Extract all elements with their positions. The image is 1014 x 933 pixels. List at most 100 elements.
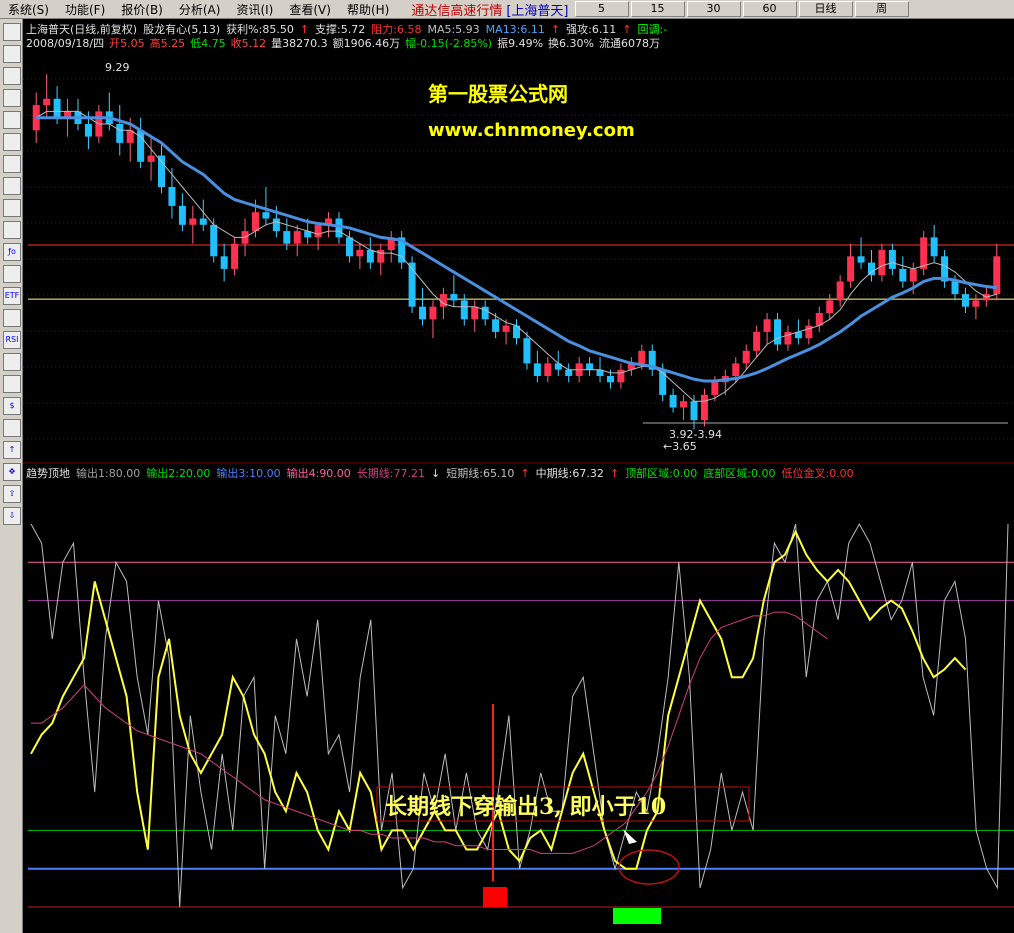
candle-body [262, 212, 270, 219]
main-header-line1-item: MA5:5.93 [427, 23, 479, 36]
indicator-header-item: ↑ [520, 467, 529, 480]
menu-bar: 系统(S) 功能(F) 报价(B) 分析(A) 资讯(I) 查看(V) 帮助(H… [0, 0, 1014, 19]
up-green-icon[interactable]: ⇧ [3, 485, 21, 503]
refresh-icon[interactable] [3, 353, 21, 371]
candle-body [293, 231, 301, 244]
main-header-line2: 2008/09/18/四 开5.05 高5.25 低4.75 收5.12 量38270.3… [26, 36, 660, 50]
candle-body [669, 394, 677, 408]
candle-body [314, 224, 322, 238]
candle-body [867, 262, 875, 276]
people-icon[interactable] [3, 221, 21, 239]
down-green-icon[interactable]: ⇩ [3, 507, 21, 525]
main-header-line2-item: 开5.05 [109, 37, 145, 50]
menu-info[interactable]: 资讯(I) [228, 1, 281, 18]
indicator-header-item: 长期线:77.21 [357, 466, 425, 480]
candle-body [544, 363, 552, 376]
tool-icon[interactable] [3, 419, 21, 437]
candle-body [826, 300, 834, 313]
main-header-line1-item: MA13:6.11 [486, 23, 545, 36]
candle-body [178, 205, 186, 225]
bar-chart-icon[interactable] [3, 89, 21, 107]
search-icon[interactable] [3, 265, 21, 283]
main-header-line1-item: 上海普天(日线,前复权) [26, 22, 137, 36]
move-icon[interactable]: ✥ [3, 463, 21, 481]
menu-function[interactable]: 功能(F) [57, 1, 113, 18]
candle-body [951, 281, 959, 295]
dollar-icon[interactable]: $ [3, 397, 21, 415]
candle-body [43, 98, 51, 106]
period-day-button[interactable]: 日线 [798, 1, 853, 17]
main-header-line1: 上海普天(日线,前复权) 股龙有心(5,13) 获利%:85.50 ↑ 支撑:5.72 阻… [26, 22, 667, 36]
fo-icon[interactable]: ƒo [3, 243, 21, 261]
main-header-line2-item: 振9.49% [497, 36, 543, 50]
candle-body [972, 300, 980, 307]
menu-analysis[interactable]: 分析(A) [171, 1, 229, 18]
rsi-icon[interactable]: RSI [3, 331, 21, 349]
indicator-header-item: ↑ [610, 467, 619, 480]
candle-body [199, 218, 207, 225]
line-chart-icon[interactable] [3, 67, 21, 85]
up-arrow-icon[interactable]: ↑ [3, 441, 21, 459]
period-60-button[interactable]: 60 [742, 1, 797, 17]
low-price-label: ←3.65 [663, 440, 697, 453]
main-header-line2-item: 收5.12 [231, 36, 267, 50]
main-header-line1-item: 强攻:6.11 [566, 22, 616, 36]
period-5-button[interactable]: 5 [574, 1, 629, 17]
menu-help[interactable]: 帮助(H) [339, 1, 397, 18]
menu-system[interactable]: 系统(S) [0, 1, 57, 18]
menu-quote[interactable]: 报价(B) [113, 1, 171, 18]
candle-body [690, 401, 698, 421]
mail-icon[interactable] [3, 199, 21, 217]
candle-body [158, 155, 166, 187]
table-icon[interactable] [3, 133, 21, 151]
candle-body [899, 268, 907, 282]
layout-icon[interactable] [3, 375, 21, 393]
indicator-header-item: ↓ [431, 467, 440, 480]
candle-body [878, 250, 886, 276]
candle-body [680, 401, 688, 408]
grid-icon[interactable] [3, 23, 21, 41]
indicator-header-item: 中期线:67.32 [536, 466, 604, 480]
main-header-line1-item: 获利%:85.50 [226, 23, 294, 36]
annotation-pointer [623, 829, 637, 844]
candle-body [930, 237, 938, 257]
stock-name: [上海普天] [506, 3, 569, 19]
app-title: 通达信高速行情 [411, 3, 503, 19]
menu-view[interactable]: 查看(V) [281, 1, 339, 18]
etf-icon[interactable]: ETF [3, 287, 21, 305]
indicator-header-item: 低位金叉:0.00 [781, 466, 853, 480]
period-week-button[interactable]: 周 [854, 1, 909, 17]
book-icon[interactable] [3, 155, 21, 173]
window-icon[interactable] [3, 45, 21, 63]
candle-body [565, 369, 573, 376]
candle-body [168, 187, 176, 206]
candle-body [231, 243, 239, 269]
main-header-line1-item: 股龙有心(5,13) [143, 22, 220, 36]
main-header-line1-item: ↑ [300, 23, 309, 36]
candle-body [711, 382, 719, 395]
candle-body [836, 281, 844, 301]
candle-body [272, 218, 280, 232]
candle-body [356, 250, 364, 257]
candle-body [586, 363, 594, 370]
indicator-header-item: 输出1:80.00 [76, 466, 140, 480]
candle-body [742, 350, 750, 364]
period-30-button[interactable]: 30 [686, 1, 741, 17]
main-header-line2-item: 量38270.3 [271, 37, 328, 50]
f10-icon[interactable] [3, 177, 21, 195]
main-header-line2-item: 2008/09/18/四 [26, 37, 104, 50]
candle-body [961, 294, 969, 307]
main-header-line2-item: 高5.25 [150, 36, 186, 50]
main-header-line1-item: ↑ [622, 23, 631, 36]
period-15-button[interactable]: 15 [630, 1, 685, 17]
candle-body [857, 256, 865, 263]
candle-body [429, 306, 437, 320]
main-header-line2-item: 换6.30% [548, 36, 594, 50]
wave-icon[interactable] [3, 309, 21, 327]
candle-body [283, 231, 291, 244]
candle-body [116, 124, 124, 143]
candle-body [84, 124, 92, 137]
main-header-line2-item: 幅-0.15(-2.85%) [405, 37, 492, 50]
tile-icon[interactable] [3, 111, 21, 129]
watermark-url: www.chnmoney.com [428, 120, 635, 141]
